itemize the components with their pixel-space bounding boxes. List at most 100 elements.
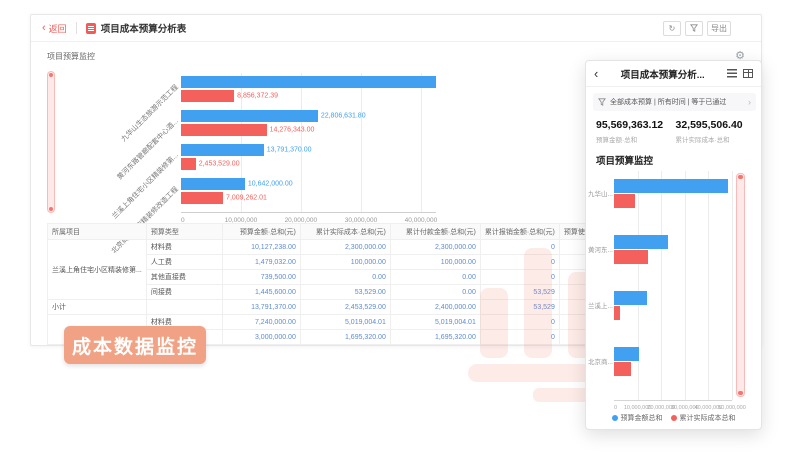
budget-bar[interactable] [181,144,264,156]
bar-group [614,291,732,321]
topbar-actions: ↻ 导出 [663,21,731,36]
legend-label: 累计实际成本总和 [680,413,736,423]
col-header-project[interactable]: 所属项目 [48,224,147,240]
export-label: 导出 [711,23,727,34]
cell-actual: 2,300,000.00 [300,240,390,255]
panel-title: 项目成本预算分析... [598,67,727,81]
cell-reimburse: 0 [480,330,559,345]
col-header-budget[interactable]: 预算金额·总和(元) [222,224,300,240]
category-label: 黄河东... [588,244,613,254]
report-doc-icon [86,23,96,34]
cell-actual: 2,453,529.00 [300,300,390,315]
bar-value-label: 2,453,529.00 [199,161,240,168]
budget-bar[interactable] [181,178,245,190]
category-label: 兰溪上... [588,300,613,310]
bar-value-label: 22,806,631.80 [321,113,366,120]
cell-paid: 5,019,004.01 [390,315,480,330]
budget-bar[interactable] [614,235,668,249]
filter-button[interactable] [685,21,703,36]
cell-budget: 739,500.00 [222,270,300,285]
cell-budget: 1,445,600.00 [222,285,300,300]
filter-funnel-icon [690,24,698,32]
col-header-actual[interactable]: 累计实际成本·总和(元) [300,224,390,240]
chart-plot-area [614,171,732,401]
bar-value-label: 14,276,343.00 [270,127,315,134]
datazoom-handle-bottom[interactable] [49,207,53,211]
panel-datazoom-slider[interactable] [736,173,745,397]
panel-header-icons [727,69,753,78]
cell-type: 间接费 [146,285,222,300]
legend-item-actual[interactable]: 累计实际成本总和 [671,413,736,423]
panel-filter-bar[interactable]: 全部成本预算 | 所有时间 | 等于已通过 › [593,93,756,111]
export-button[interactable]: 导出 [707,21,731,36]
cell-paid: 1,695,320.00 [390,330,480,345]
cell-budget: 7,240,000.00 [222,315,300,330]
cell-subtotal-label: 小计 [48,300,147,315]
actual-bar[interactable] [181,158,196,170]
actual-bar[interactable] [181,124,267,136]
budget-bar[interactable] [181,76,436,88]
page-title: 项目成本预算分析表 [101,21,187,35]
cell-actual: 53,529.00 [300,285,390,300]
cell-reimburse: 0 [480,270,559,285]
chart-datazoom-slider[interactable] [47,71,55,213]
budget-bar[interactable] [614,347,639,361]
datazoom-handle-bottom[interactable] [738,391,743,395]
bar-group [614,347,732,377]
legend-item-budget[interactable]: 预算金额总和 [612,413,663,423]
cell-budget: 3,000,000.00 [222,330,300,345]
bar-group [614,179,732,209]
bar-group: 10,642,000.00 7,009,262.01 [181,178,436,206]
cell-budget: 13,791,370.00 [222,300,300,315]
datazoom-handle-top[interactable] [738,175,743,179]
cell-paid: 0.00 [390,270,480,285]
cell-paid: 0.00 [390,285,480,300]
refresh-button[interactable]: ↻ [663,21,681,36]
bar-value-label: 7,009,262.01 [226,195,267,202]
col-header-type[interactable]: 预算类型 [146,224,222,240]
panel-filter-text: 全部成本预算 | 所有时间 | 等于已通过 [610,97,744,107]
actual-bar[interactable] [614,306,620,320]
actual-bar[interactable] [614,250,648,264]
x-axis: 0 10,000,000 20,000,000 30,000,000 40,00… [614,405,732,413]
cell-project: 兰溪上角住宅小区精装修第... [48,240,147,300]
budget-bar[interactable] [614,179,728,193]
stat-label: 预算金额·总和 [596,134,676,144]
panel-header: ‹ 项目成本预算分析... [586,61,761,87]
cell-budget: 10,127,238.00 [222,240,300,255]
back-button[interactable]: ‹ 返回 [42,22,67,35]
bar-value-label: 10,642,000.00 [248,181,293,188]
budget-bar[interactable] [614,291,647,305]
col-header-reimburse[interactable]: 累计报销金额·总和(元) [480,224,559,240]
cell-paid: 2,400,000.00 [390,300,480,315]
datazoom-handle-top[interactable] [49,73,53,77]
cell-reimburse: 0 [480,255,559,270]
panel-chart-legend: 预算金额总和 累计实际成本总和 [586,413,761,423]
actual-bar[interactable] [614,362,631,376]
widget-title: 项目预算监控 [47,51,95,62]
actual-bar[interactable] [181,192,223,204]
cell-paid: 2,300,000.00 [390,240,480,255]
col-header-paid[interactable]: 累计付款金额·总和(元) [390,224,480,240]
cell-actual: 0.00 [300,270,390,285]
cell-budget: 1,479,032.00 [222,255,300,270]
gridline [732,171,733,400]
bar-group: 22,806,631.80 14,276,343.00 [181,110,436,138]
budget-bar[interactable] [181,110,318,122]
cell-type-empty [146,300,222,315]
cell-reimburse: 0 [480,315,559,330]
grid-icon[interactable] [743,69,753,78]
table-row: 兰溪上角住宅小区精装修第... 材料费 10,127,238.00 2,300,… [48,240,638,255]
legend-dot-red [671,415,677,421]
bar-group: 8,856,372.39 [181,76,436,104]
stat-actual-total: 32,595,506.40 累计实际成本·总和 [676,119,756,144]
table-header-row: 所属项目 预算类型 预算金额·总和(元) 累计实际成本·总和(元) 累计付款金额… [48,224,638,240]
x-tick: 0 [614,405,617,411]
cell-actual: 5,019,004.01 [300,315,390,330]
panel-bar-chart: 九华山... 黄河东... 兰溪上... 北京商... [586,169,761,409]
topbar-divider [76,22,77,34]
actual-bar[interactable] [181,90,234,102]
list-icon[interactable] [727,69,737,78]
cell-paid: 100,000.00 [390,255,480,270]
actual-bar[interactable] [614,194,635,208]
